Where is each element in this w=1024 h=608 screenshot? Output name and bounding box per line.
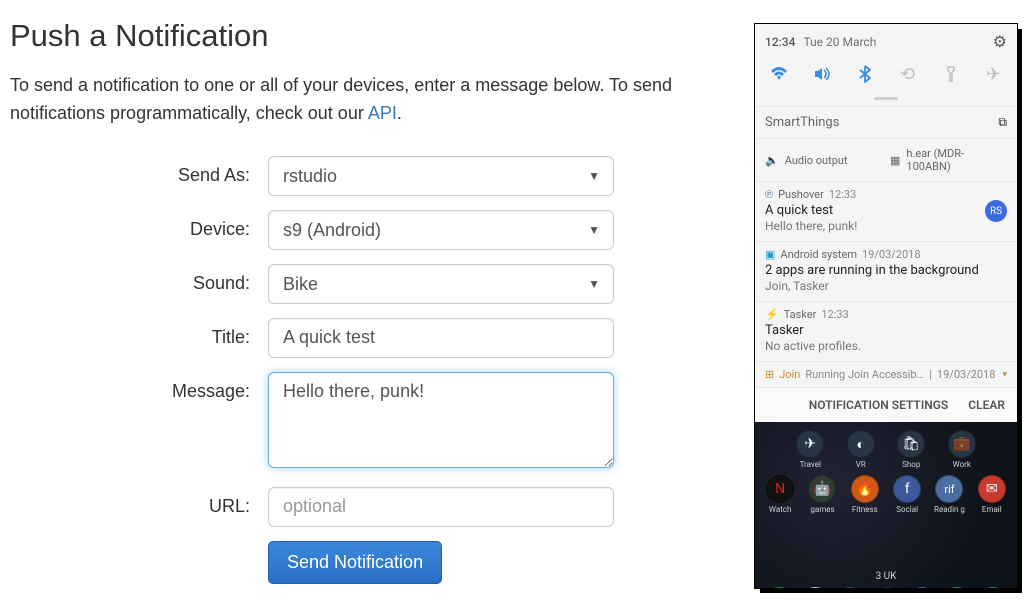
quick-settings-row: ⟲ ✈: [755, 55, 1017, 97]
app-folder-row: ✈Travel ◐VR 🛍Shop 💼Work: [755, 430, 1017, 469]
url-input[interactable]: [268, 487, 614, 527]
sound-select[interactable]: Bike: [268, 264, 614, 304]
notif-title: A quick test: [765, 203, 1007, 218]
intro-text: To send a notification to one or all of …: [10, 72, 740, 128]
notification-pushover[interactable]: ℗ Pushover 12:33 A quick test Hello ther…: [755, 181, 1017, 241]
notif-title: 2 apps are running in the background: [765, 263, 1007, 278]
notif-body: Join, Tasker: [765, 279, 1007, 293]
audio-device[interactable]: ▦ h.ear (MDR-100ABN): [890, 147, 1007, 173]
sound-icon[interactable]: [808, 61, 836, 87]
notif-title: Tasker: [765, 323, 1007, 338]
folder-shop[interactable]: 🛍Shop: [892, 430, 930, 469]
folder-work[interactable]: 💼Work: [943, 430, 981, 469]
notif-body: No active profiles.: [765, 339, 1007, 353]
audio-device-label: h.ear (MDR-100ABN): [906, 147, 1007, 173]
device-select[interactable]: s9 (Android): [268, 210, 614, 250]
label-send-as: Send As:: [10, 156, 268, 186]
app-rif[interactable]: rifReadin g: [930, 475, 968, 514]
folder-fitness[interactable]: 🔥Fitness: [846, 475, 884, 514]
app-email[interactable]: ✉Email: [973, 475, 1011, 514]
chevron-down-icon[interactable]: ▾: [1002, 370, 1007, 380]
notif-app: Pushover: [778, 188, 824, 201]
page-title: Push a Notification: [10, 18, 740, 54]
notification-join[interactable]: ⊞ Join Running Join Accessibility Servi……: [755, 361, 1017, 387]
flashlight-icon[interactable]: [937, 61, 965, 87]
notif-time: 19/03/2018: [862, 248, 921, 261]
notification-tasker[interactable]: ⚡ Tasker 12:33 Tasker No active profiles…: [755, 301, 1017, 361]
dock-messages[interactable]: ✉: [907, 587, 937, 588]
intro-prefix: To send a notification to one or all of …: [10, 75, 672, 123]
clear-button[interactable]: CLEAR: [968, 398, 1005, 412]
phone-screenshot: 12:34 Tue 20 March ⚙ ⟲ ✈ SmartThings ⧉: [755, 24, 1017, 588]
drag-handle[interactable]: [874, 97, 898, 100]
audio-output-label: Audio output: [785, 154, 848, 167]
notif-app: Android system: [780, 248, 857, 261]
status-bar: 12:34 Tue 20 March ⚙: [755, 24, 1017, 55]
label-message: Message:: [10, 372, 268, 402]
app-icon: ⚡: [765, 308, 779, 321]
dock-spotify[interactable]: ●: [764, 587, 794, 588]
api-link[interactable]: API: [368, 103, 397, 123]
push-form-panel: Push a Notification To send a notificati…: [0, 0, 750, 608]
notif-app: Join: [779, 368, 800, 381]
label-sound: Sound:: [10, 264, 268, 294]
notif-body: Hello there, punk!: [765, 219, 1007, 233]
dock: ● ◯ ✆ ⠿ ✉ 🐘 ✆: [755, 582, 1017, 588]
app-facebook[interactable]: fSocial: [888, 475, 926, 514]
title-input[interactable]: [268, 318, 614, 358]
label-device: Device:: [10, 210, 268, 240]
grid-icon: ▦: [890, 154, 900, 167]
rotate-icon[interactable]: ⟲: [894, 61, 922, 87]
homescreen: ✈Travel ◐VR 🛍Shop 💼Work NWatch 🤖games 🔥F…: [755, 422, 1017, 588]
airplane-icon[interactable]: ✈: [980, 61, 1008, 87]
folder-vr[interactable]: ◐VR: [842, 430, 880, 469]
folder-travel[interactable]: ✈Travel: [791, 430, 829, 469]
dock-phone[interactable]: ✆: [835, 587, 865, 588]
dock-evernote[interactable]: 🐘: [942, 587, 972, 588]
notification-android-system[interactable]: ▣ Android system 19/03/2018 2 apps are r…: [755, 241, 1017, 301]
app-icon: ▣: [765, 248, 775, 261]
label-url: URL:: [10, 487, 268, 517]
audio-row: 🔈 Audio output ▦ h.ear (MDR-100ABN): [755, 138, 1017, 181]
message-textarea[interactable]: Hello there, punk!: [268, 372, 614, 468]
bluetooth-icon[interactable]: [851, 61, 879, 87]
wifi-icon[interactable]: [765, 61, 793, 87]
notif-body: Running Join Accessibility Servi…: [805, 368, 924, 381]
notification-shade: 12:34 Tue 20 March ⚙ ⟲ ✈ SmartThings ⧉: [755, 24, 1017, 422]
notif-app: Tasker: [784, 308, 817, 321]
send-notification-button[interactable]: Send Notification: [268, 541, 442, 584]
smartthings-label: SmartThings: [765, 115, 998, 130]
app-folder-row: NWatch 🤖games 🔥Fitness fSocial rifReadin…: [755, 473, 1017, 516]
send-as-select[interactable]: rstudio: [268, 156, 614, 196]
app-netflix[interactable]: NWatch: [761, 475, 799, 514]
notif-time: 12:33: [821, 308, 848, 321]
audio-output[interactable]: 🔈 Audio output: [765, 147, 882, 173]
app-icon: ⊞: [765, 368, 774, 381]
carrier-label: 3 UK: [755, 571, 1017, 582]
smartthings-row[interactable]: SmartThings ⧉: [755, 106, 1017, 138]
devices-icon: ⧉: [998, 115, 1007, 130]
notification-settings-button[interactable]: NOTIFICATION SETTINGS: [809, 398, 949, 412]
avatar-badge: RS: [985, 200, 1007, 222]
folder-games[interactable]: 🤖games: [803, 475, 841, 514]
status-time: 12:34: [765, 35, 795, 49]
status-date: Tue 20 March: [803, 35, 876, 49]
gear-icon[interactable]: ⚙: [993, 32, 1007, 51]
speaker-icon: 🔈: [765, 154, 779, 167]
app-icon: ℗: [765, 188, 773, 201]
dock-whatsapp[interactable]: ✆: [978, 587, 1008, 588]
intro-suffix: .: [397, 103, 402, 123]
notification-actions: NOTIFICATION SETTINGS CLEAR: [755, 387, 1017, 422]
label-title: Title:: [10, 318, 268, 348]
notif-time: 19/03/2018: [937, 368, 996, 381]
notif-time: 12:33: [829, 188, 856, 201]
dock-apps[interactable]: ⠿: [871, 587, 901, 588]
